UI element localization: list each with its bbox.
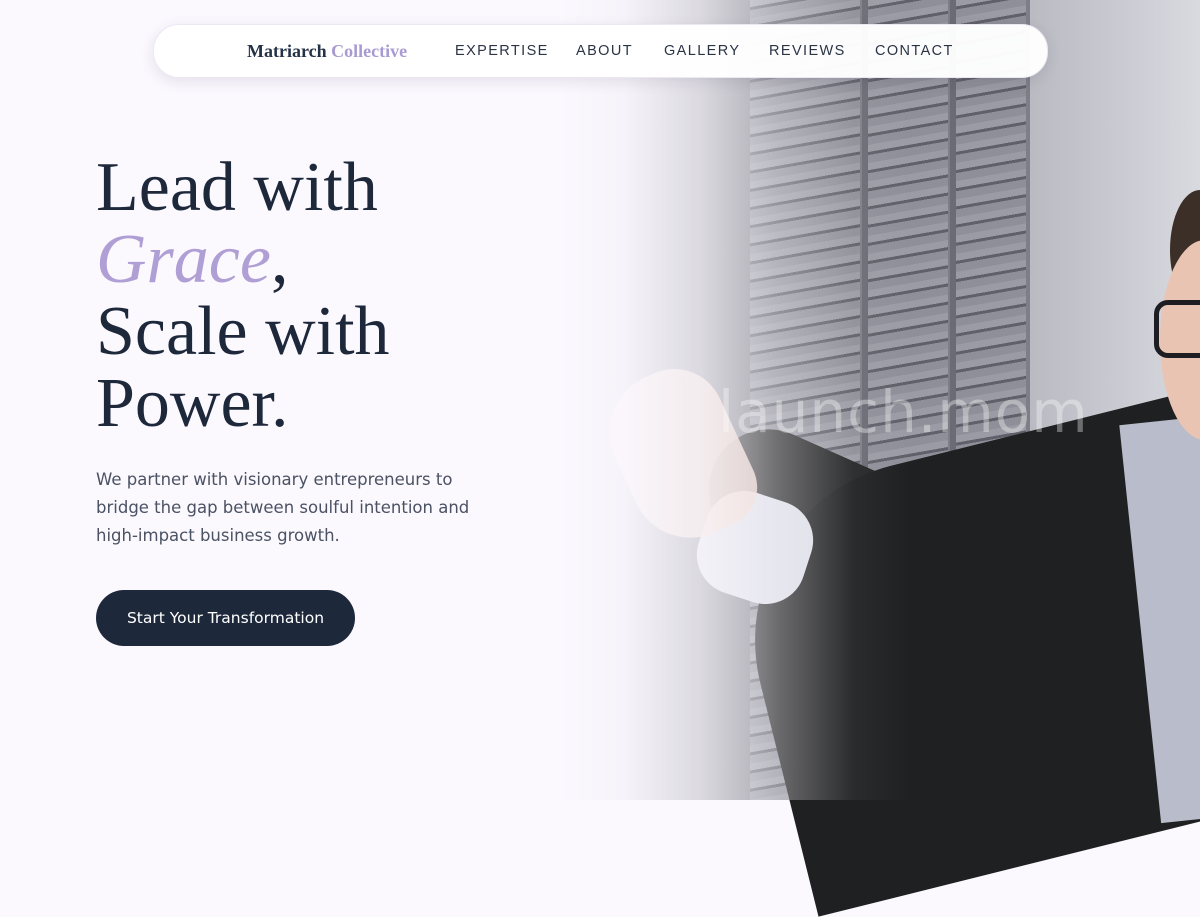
photo-watermark: launch.mom bbox=[718, 378, 1089, 446]
brand-name-accent: Collective bbox=[331, 41, 408, 61]
brand-name-primary: Matriarch bbox=[247, 41, 327, 61]
headline-comma: , bbox=[270, 221, 289, 298]
hero-subtext: We partner with visionary entrepreneurs … bbox=[96, 470, 470, 545]
nav-link-contact[interactable]: CONTACT bbox=[875, 43, 954, 59]
headline-line-1: Lead with bbox=[96, 149, 378, 226]
nav-link-reviews[interactable]: REVIEWS bbox=[769, 43, 846, 59]
headline-line-2: Grace, bbox=[96, 224, 390, 296]
nav-link-about[interactable]: ABOUT bbox=[576, 43, 633, 59]
headline-accent-word: Grace bbox=[96, 221, 271, 298]
headline-line-4: Power. bbox=[96, 365, 289, 442]
hero-headline: Lead with Grace, Scale with Power. bbox=[96, 152, 390, 440]
nav-link-expertise[interactable]: EXPERTISE bbox=[455, 43, 549, 59]
brand-logo[interactable]: Matriarch Collective bbox=[247, 41, 407, 62]
headline-line-3: Scale with bbox=[96, 293, 390, 370]
top-nav: Matriarch Collective EXPERTISE ABOUT GAL… bbox=[153, 24, 1048, 78]
nav-link-gallery[interactable]: GALLERY bbox=[664, 43, 740, 59]
start-transformation-button[interactable]: Start Your Transformation bbox=[96, 590, 355, 646]
